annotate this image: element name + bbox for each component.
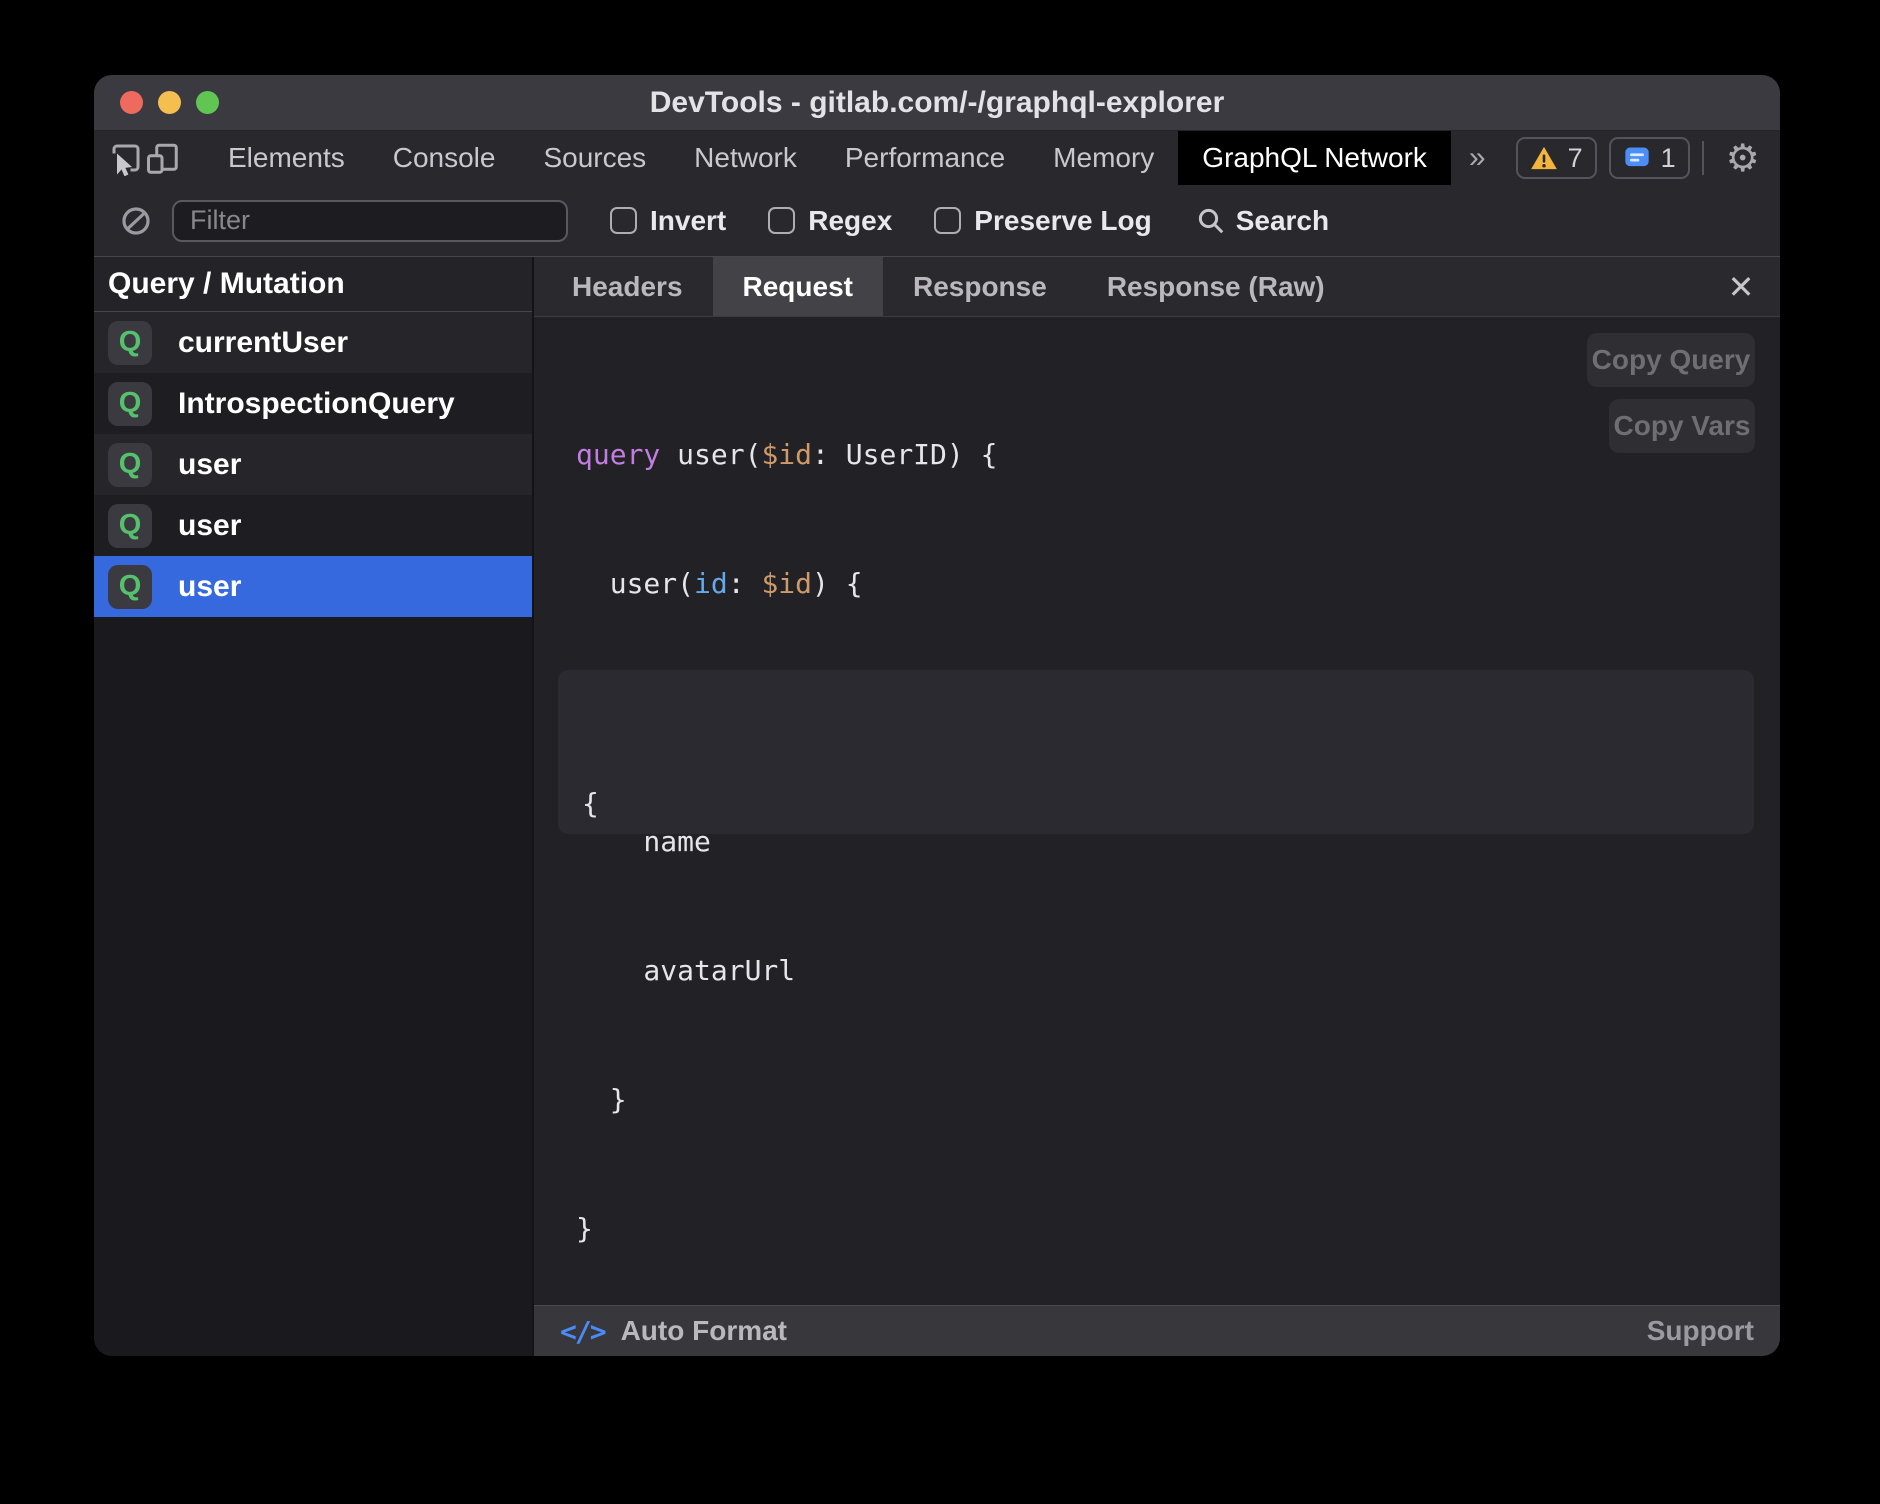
filter-bar: Invert Regex Preserve Log Search [94, 185, 1780, 257]
toolbar-divider [1702, 141, 1704, 175]
list-item-user-3-selected[interactable]: Q user [94, 556, 532, 617]
tab-network[interactable]: Network [670, 131, 821, 185]
tab-headers[interactable]: Headers [542, 257, 713, 316]
tab-response[interactable]: Response [883, 257, 1077, 316]
detail-pane-tabs: Headers Request Response Response (Raw) … [534, 257, 1780, 317]
tab-elements[interactable]: Elements [204, 131, 369, 185]
code-line: query user($id: UserID) { [576, 433, 997, 476]
maximize-window-button[interactable] [196, 91, 219, 114]
invert-checkbox-group[interactable]: Invert [610, 205, 726, 237]
devtools-toolbar: Elements Console Sources Network Perform… [94, 131, 1780, 185]
graphql-query-code: query user($id: UserID) { user(id: $id) … [576, 347, 997, 1336]
issues-count: 1 [1661, 143, 1676, 174]
invert-label: Invert [650, 205, 726, 237]
list-item-introspectionquery[interactable]: Q IntrospectionQuery [94, 373, 532, 434]
tab-response-raw[interactable]: Response (Raw) [1077, 257, 1355, 316]
query-type-badge: Q [108, 565, 152, 609]
close-pane-button[interactable]: ✕ [1716, 257, 1766, 316]
regex-checkbox-group[interactable]: Regex [768, 205, 892, 237]
more-tabs-button[interactable]: » [1451, 131, 1504, 185]
vars-line: { [582, 782, 1730, 825]
query-type-badge: Q [108, 382, 152, 426]
preserve-log-checkbox[interactable] [934, 207, 961, 234]
query-list-sidebar: Query / Mutation Q currentUser Q Introsp… [94, 257, 534, 1356]
invert-checkbox[interactable] [610, 207, 637, 234]
preserve-log-checkbox-group[interactable]: Preserve Log [934, 205, 1151, 237]
title-bar: DevTools - gitlab.com/-/graphql-explorer [94, 75, 1780, 131]
preserve-log-label: Preserve Log [974, 205, 1151, 237]
search-icon [1196, 206, 1226, 236]
tab-request[interactable]: Request [713, 257, 883, 316]
window-title: DevTools - gitlab.com/-/graphql-explorer [94, 86, 1780, 120]
query-type-badge: Q [108, 443, 152, 487]
more-options-icon[interactable] [1770, 143, 1780, 173]
regex-checkbox[interactable] [768, 207, 795, 234]
list-item-currentuser[interactable]: Q currentUser [94, 312, 532, 373]
query-variables-json: { "id": "gid://gitlab/User/13704317" } [558, 670, 1754, 834]
tab-graphql-network[interactable]: GraphQL Network [1178, 131, 1451, 185]
warnings-badge[interactable]: 7 [1516, 137, 1597, 179]
code-line: avatarUrl [576, 949, 997, 992]
sidebar-header: Query / Mutation [94, 257, 532, 312]
minimize-window-button[interactable] [158, 91, 181, 114]
devtools-window: DevTools - gitlab.com/-/graphql-explorer [94, 75, 1780, 1356]
screenshot-canvas: DevTools - gitlab.com/-/graphql-explorer [0, 0, 1880, 1504]
inspect-cursor-icon [108, 140, 144, 176]
list-item-user-2[interactable]: Q user [94, 495, 532, 556]
inspect-element-button[interactable] [108, 131, 144, 185]
tab-performance[interactable]: Performance [821, 131, 1029, 185]
regex-label: Regex [808, 205, 892, 237]
tab-console[interactable]: Console [369, 131, 520, 185]
tab-sources[interactable]: Sources [519, 131, 670, 185]
search-button[interactable]: Search [1196, 205, 1329, 237]
filter-input[interactable] [172, 200, 568, 242]
code-line: user(id: $id) { [576, 562, 997, 605]
tab-memory[interactable]: Memory [1029, 131, 1178, 185]
warning-icon [1530, 144, 1558, 172]
detail-pane: Headers Request Response Response (Raw) … [534, 257, 1780, 1356]
toolbar-right-section: 7 1 ⚙ [1504, 131, 1780, 185]
toggle-device-toolbar-button[interactable] [144, 131, 180, 185]
warning-count: 7 [1568, 143, 1583, 174]
request-tab-content: Copy Query Copy Vars query user($id: Use… [534, 317, 1780, 1305]
issues-badge[interactable]: 1 [1609, 137, 1690, 179]
settings-gear-icon[interactable]: ⚙ [1716, 139, 1770, 177]
code-line: } [576, 1207, 997, 1250]
copy-query-button[interactable]: Copy Query [1587, 333, 1755, 387]
close-window-button[interactable] [120, 91, 143, 114]
code-line: } [576, 1078, 997, 1121]
support-link[interactable]: Support [1647, 1315, 1754, 1347]
close-icon: ✕ [1728, 268, 1755, 306]
query-type-badge: Q [108, 321, 152, 365]
query-variables-panel: { "id": "gid://gitlab/User/13704317" } [558, 670, 1754, 834]
search-label: Search [1236, 205, 1329, 237]
clear-block-icon[interactable] [120, 205, 152, 237]
query-type-badge: Q [108, 504, 152, 548]
copy-vars-button[interactable]: Copy Vars [1609, 399, 1755, 453]
device-toolbar-icon [144, 140, 180, 176]
message-icon [1623, 144, 1651, 172]
list-item-user-1[interactable]: Q user [94, 434, 532, 495]
main-content: Query / Mutation Q currentUser Q Introsp… [94, 257, 1780, 1356]
